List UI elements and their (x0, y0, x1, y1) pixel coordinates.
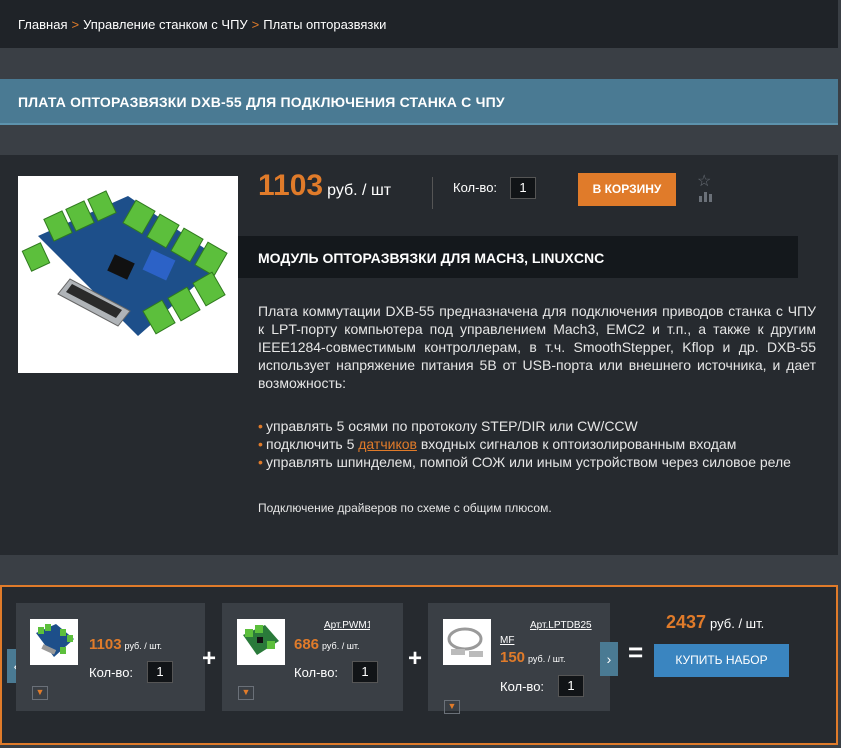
list-item: управлять 5 осями по протоколу STEP/DIR … (258, 417, 818, 435)
bundle-price-value: 1103 (89, 636, 122, 653)
divider (432, 177, 433, 209)
bundle-item-price: 686 руб. / шт. (294, 636, 360, 654)
product-panel: 1103 руб. / шт Кол-во: 1 В корзину ☆ Моду… (0, 155, 838, 555)
bundle-item-article[interactable]: Арт.LPTDB25 (530, 620, 596, 631)
bundle-item-image[interactable] (30, 619, 78, 665)
bundle-price-unit: руб. / шт. (528, 654, 566, 664)
bundle-price-value: 686 (294, 636, 320, 653)
bundle-qty-input[interactable]: 1 (352, 661, 378, 683)
breadcrumb-home[interactable]: Главная (18, 17, 67, 32)
breadcrumb-cnc-control[interactable]: Управление станком с ЧПУ (83, 17, 248, 32)
plus-sign: + (202, 645, 217, 672)
product-image[interactable] (18, 176, 238, 373)
bundle-qty-input[interactable]: 1 (147, 661, 173, 683)
bundle-item-image[interactable] (443, 619, 491, 665)
quantity-input[interactable]: 1 (510, 177, 536, 199)
bundle-total-value: 2437 (666, 612, 707, 632)
bundle-qty-label: Кол-во: (294, 665, 339, 680)
bundle-qty-label: Кол-во: (500, 679, 545, 694)
price-value: 1103 (258, 169, 324, 202)
breadcrumb-separator: > (251, 17, 260, 32)
feature-text: управлять шпинделем, помпой СОЖ или иным… (266, 454, 791, 470)
chevron-down-icon: ▼ (35, 687, 45, 697)
price-unit: руб. / шт (327, 182, 392, 199)
bundle-item-dropdown[interactable]: ▼ (238, 686, 254, 700)
buy-set-button[interactable]: Купить набор (654, 644, 789, 677)
product-description: Плата коммутации DXB-55 предназначена дл… (258, 303, 816, 391)
bundle-item-dropdown[interactable]: ▼ (444, 700, 460, 714)
list-item: подключить 5 датчиков входных сигналов к… (258, 435, 818, 453)
feature-text: управлять 5 осями по протоколу STEP/DIR … (266, 418, 638, 434)
bundle-item-dropdown[interactable]: ▼ (32, 686, 48, 700)
compare-icon[interactable] (699, 192, 712, 202)
add-to-cart-button[interactable]: В корзину (578, 173, 676, 206)
sensors-link[interactable]: датчиков (358, 436, 417, 452)
product-subtitle: Модуль опторазвязки для Mach3, LinuxCNC (238, 236, 798, 278)
bundle-item-price: 1103 руб. / шт. (89, 636, 162, 654)
bundle-panel: ‹ 1103руб. / шт. Кол-во: 1 ▼ + (0, 585, 838, 745)
product-photo-board (18, 176, 238, 373)
board-thumb (30, 619, 78, 665)
cable-thumb (443, 619, 491, 665)
chevron-down-icon: ▼ (241, 687, 251, 697)
bundle-price-unit: руб. / шт. (124, 641, 163, 651)
bundle-qty-label: Кол-во: (89, 665, 134, 680)
chevron-right-icon: › (606, 651, 612, 667)
bundle-total: 2437 руб. / шт. (666, 612, 764, 633)
pwm-board-thumb (237, 619, 285, 665)
feature-text: входных сигналов к оптоизолированным вхо… (416, 436, 737, 452)
star-icon[interactable]: ☆ (697, 171, 711, 191)
feature-text: подключить 5 (266, 436, 359, 452)
qty-label: Кол-во: (453, 180, 498, 195)
bundle-item-image[interactable] (237, 619, 285, 665)
page-title: Плата опторазвязки DXB-55 для подключени… (0, 79, 838, 125)
bundle-item-price: 150 руб. / шт. (500, 649, 566, 667)
bundle-price-value: 150 (500, 649, 526, 666)
equals-sign: = (628, 637, 644, 667)
bundle-item: Арт.LPTDB25 MF 150 руб. / шт. Кол-во: 1 ▼ (428, 603, 610, 714)
bundle-total-unit: руб. / шт. (710, 616, 765, 631)
bundle-item-article[interactable]: Арт.PWM10\ (324, 620, 370, 631)
chevron-down-icon: ▼ (447, 701, 457, 711)
bundle-item: 1103 руб. / шт. Кол-во: 1 ▼ (16, 603, 205, 711)
list-item: управлять шпинделем, помпой СОЖ или иным… (258, 453, 818, 471)
plus-sign: + (408, 645, 423, 672)
product-price: 1103 руб. / шт (258, 169, 391, 203)
breadcrumb-separator: > (71, 17, 80, 32)
breadcrumb: Главная > Управление станком с ЧПУ > Платы о… (0, 0, 838, 48)
bundle-price-unit: руб. / шт. (322, 641, 360, 651)
bundle-item-article-suffix[interactable]: MF (500, 635, 520, 646)
set-next-button[interactable]: › (600, 642, 618, 676)
feature-list: управлять 5 осями по протоколу STEP/DIR … (258, 417, 818, 471)
product-note: Подключение драйверов по схеме с общим п… (258, 501, 552, 515)
bundle-qty-input[interactable]: 1 (558, 675, 584, 697)
bundle-item: Арт.PWM10\ 686руб. / шт. Кол-во: 1 ▼ (222, 603, 403, 711)
breadcrumb-current: Платы опторазвязки (263, 17, 387, 32)
